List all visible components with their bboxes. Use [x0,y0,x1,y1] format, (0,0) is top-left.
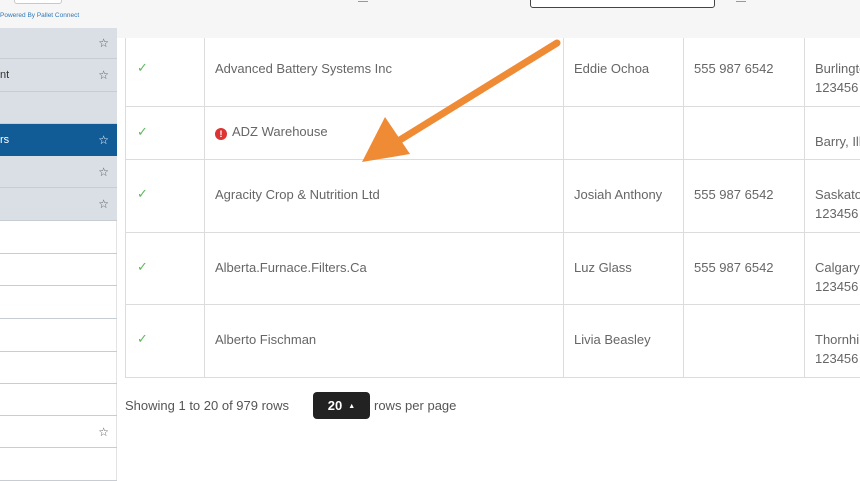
name-cell[interactable]: Alberto Fischman [204,305,563,377]
sidebar-item[interactable]: ☆ [0,188,117,221]
header-icon[interactable] [736,0,746,2]
search-input[interactable] [530,0,715,8]
address-line-2: 123456 [815,279,859,294]
pagination-info: Showing 1 to 20 of 979 rows [125,398,290,413]
name-cell[interactable]: Alberta.Furnace.Filters.Ca [204,233,563,304]
customer-name[interactable]: Alberto Fischman [215,332,316,347]
address-line-1: Saskatoo [815,187,860,202]
sidebar-item[interactable]: ☆ [0,156,117,188]
star-icon[interactable]: ☆ [98,425,109,439]
sidebar-item[interactable] [0,448,117,481]
sidebar-item-label: nt [0,69,10,81]
contact-cell [563,107,683,159]
name-cell[interactable]: Agracity Crop & Nutrition Ltd [204,160,563,232]
contact-name: Luz Glass [574,260,632,275]
star-icon[interactable]: ☆ [98,133,109,147]
sidebar-item[interactable] [0,319,117,352]
address-line-1: Calgary [815,260,860,275]
status-cell: ✓ [125,305,204,377]
address-cell: Calgary 123456 [804,233,860,304]
rows-per-page-label: rows per page [374,398,457,413]
star-icon[interactable]: ☆ [98,36,109,50]
check-icon: ✓ [137,186,148,201]
name-cell[interactable]: ! ADZ Warehouse [204,107,563,159]
sidebar-item[interactable] [0,92,117,124]
star-icon[interactable]: ☆ [98,165,109,179]
customer-name-wrapper[interactable]: ! ADZ Warehouse [215,124,328,140]
exclamation-circle-icon: ! [215,128,227,140]
sidebar-item[interactable] [0,384,117,416]
sidebar-item[interactable] [0,286,117,319]
phone-cell: 555 987 6542 [683,160,804,232]
sidebar-item-label: rs [0,134,10,146]
caret-up-icon: ▲ [348,403,356,410]
check-icon: ✓ [137,259,148,274]
table-row[interactable]: ✓ Agracity Crop & Nutrition Ltd Josiah A… [125,160,860,233]
address-line-1: Burlingto [815,61,860,76]
customer-name[interactable]: Advanced Battery Systems Inc [215,61,392,76]
phone-number: 555 987 6542 [694,61,774,76]
table-row[interactable]: ✓ Alberta.Furnace.Filters.Ca Luz Glass 5… [125,233,860,305]
contact-cell: Eddie Ochoa [563,38,683,106]
status-cell: ✓ [125,233,204,304]
contact-name: Livia Beasley [574,332,651,347]
check-icon: ✓ [137,124,148,139]
contact-name: Eddie Ochoa [574,61,650,76]
address-line-2: 123456 [815,206,859,221]
header-icon[interactable] [358,0,368,2]
sidebar-item[interactable] [0,352,117,384]
phone-number: 555 987 6542 [694,187,774,202]
powered-by-text: Powered By Pallet Connect [0,12,80,19]
address-line-2: 123456 [815,351,859,366]
address-line-1: Thornhill [815,332,860,347]
contact-name: Josiah Anthony [574,187,663,202]
sidebar-item-active[interactable]: rs ☆ [0,124,117,156]
address-line-2: 123456 [815,80,859,95]
address-cell: Burlingto 123456 [804,38,860,106]
check-icon: ✓ [137,60,148,75]
star-icon[interactable]: ☆ [98,68,109,82]
customer-name[interactable]: ADZ Warehouse [232,124,328,139]
sidebar-item[interactable]: ☆ [0,28,117,59]
page-size-dropdown[interactable]: 20 ▲ [313,392,370,419]
customer-name[interactable]: Agracity Crop & Nutrition Ltd [215,187,380,202]
logo[interactable] [14,0,62,4]
sidebar-item[interactable] [0,221,117,254]
address-cell: Saskatoo 123456 [804,160,860,232]
customer-name[interactable]: Alberta.Furnace.Filters.Ca [215,260,367,275]
check-icon: ✓ [137,331,148,346]
phone-number: 555 987 6542 [694,260,774,275]
address-cell: Barry, Illi [804,107,860,159]
address-cell: Thornhill 123456 [804,305,860,377]
name-cell[interactable]: Advanced Battery Systems Inc [204,38,563,106]
sidebar: ☆ nt ☆ rs ☆ ☆ ☆ ☆ [0,28,117,481]
status-cell: ✓ [125,107,204,159]
sidebar-item[interactable] [0,254,117,286]
phone-cell [683,305,804,377]
table-row[interactable]: ✓ ! ADZ Warehouse Barry, Illi [125,107,860,160]
table-row[interactable]: ✓ Alberto Fischman Livia Beasley Thornhi… [125,305,860,378]
page-size-value: 20 [327,398,343,413]
phone-cell [683,107,804,159]
table-row[interactable]: ✓ Advanced Battery Systems Inc Eddie Och… [125,38,860,107]
contact-cell: Luz Glass [563,233,683,304]
contact-cell: Livia Beasley [563,305,683,377]
phone-cell: 555 987 6542 [683,38,804,106]
contact-cell: Josiah Anthony [563,160,683,232]
address-line-2: Barry, Illi [815,134,860,149]
star-icon[interactable]: ☆ [98,197,109,211]
sidebar-item[interactable]: nt ☆ [0,59,117,92]
top-header: Powered By Pallet Connect [0,0,860,38]
sidebar-item[interactable]: ☆ [0,416,117,448]
status-cell: ✓ [125,160,204,232]
status-cell: ✓ [125,38,204,106]
phone-cell: 555 987 6542 [683,233,804,304]
